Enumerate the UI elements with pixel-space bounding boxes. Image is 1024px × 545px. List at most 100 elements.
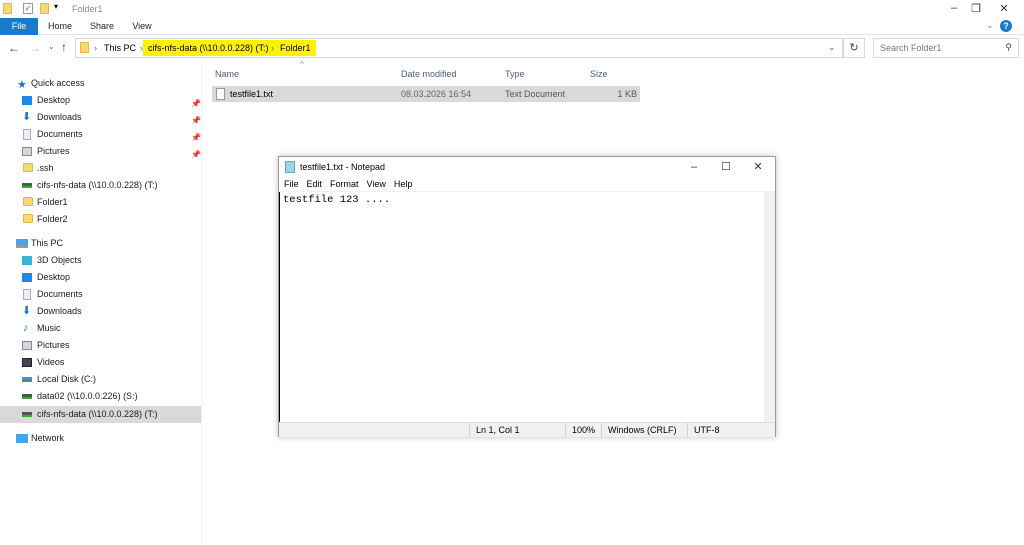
- star-icon: ★: [17, 79, 27, 91]
- download-icon: ⬇: [22, 111, 32, 123]
- search-icon: ⚲: [1005, 42, 1012, 52]
- folder-icon: [23, 214, 33, 223]
- tab-file[interactable]: File: [0, 18, 38, 35]
- nav-item-downloads[interactable]: ⬇ Downloads 📌: [0, 109, 201, 126]
- column-type[interactable]: Type: [505, 66, 525, 83]
- menu-edit[interactable]: Edit: [307, 179, 323, 189]
- notepad-title-bar[interactable]: testfile1.txt - Notepad – ☐ ✕: [279, 157, 775, 177]
- desktop-icon: [22, 273, 32, 282]
- tab-home[interactable]: Home: [44, 18, 76, 35]
- restore-button[interactable]: ❐: [962, 2, 990, 15]
- nav-item-downloads[interactable]: ⬇ Downloads: [0, 303, 201, 320]
- desktop-icon: [22, 96, 32, 105]
- window-title: Folder1: [72, 4, 103, 14]
- nav-item-folder1[interactable]: Folder1: [0, 194, 201, 211]
- refresh-button[interactable]: ↻: [843, 38, 865, 58]
- documents-icon: [23, 289, 31, 300]
- nav-item-music[interactable]: ♪ Music: [0, 320, 201, 337]
- up-button[interactable]: ↑: [61, 40, 67, 54]
- nav-item-desktop[interactable]: Desktop: [0, 269, 201, 286]
- column-date-modified[interactable]: Date modified: [401, 66, 457, 83]
- nav-item-local-disk[interactable]: Local Disk (C:): [0, 371, 201, 388]
- file-name: testfile1.txt: [230, 89, 274, 99]
- properties-icon[interactable]: ✓: [23, 3, 33, 14]
- download-icon: ⬇: [22, 305, 32, 317]
- tab-view[interactable]: View: [127, 18, 157, 35]
- nav-item-cifs-drive-selected[interactable]: cifs-nfs-data (\\10.0.0.228) (T:): [0, 406, 201, 423]
- expand-ribbon-icon[interactable]: ⌄: [986, 20, 994, 31]
- search-placeholder: Search Folder1: [880, 43, 942, 53]
- nav-item-pictures[interactable]: Pictures 📌: [0, 143, 201, 160]
- nav-item-documents[interactable]: Documents: [0, 286, 201, 303]
- tab-share[interactable]: Share: [86, 18, 118, 35]
- file-date: 08.03.2026 16:54: [401, 89, 472, 99]
- breadcrumb-drive[interactable]: cifs-nfs-data (\\10.0.0.228) (T:): [148, 43, 269, 53]
- pictures-icon: [22, 341, 32, 350]
- divider: [201, 62, 202, 545]
- nav-item-folder2[interactable]: Folder2: [0, 211, 201, 228]
- menu-help[interactable]: Help: [394, 179, 413, 189]
- notepad-title: testfile1.txt - Notepad: [300, 162, 386, 172]
- status-position: Ln 1, Col 1: [469, 423, 565, 437]
- nav-item-desktop[interactable]: Desktop 📌: [0, 92, 201, 109]
- notepad-text-area[interactable]: testfile 123 ....: [279, 192, 764, 422]
- column-size[interactable]: Size: [590, 66, 608, 83]
- sort-ascending-icon: ^: [300, 60, 304, 69]
- forward-button[interactable]: →: [29, 41, 41, 55]
- network-drive-icon: [22, 394, 32, 399]
- address-dropdown-icon[interactable]: ⌄: [828, 42, 836, 53]
- ribbon-tabs: File Home Share View ⌄ ?: [0, 18, 1024, 35]
- folder-icon: [23, 197, 33, 206]
- nav-item-pictures[interactable]: Pictures: [0, 337, 201, 354]
- music-icon: ♪: [23, 322, 29, 334]
- customize-dropdown-icon[interactable]: ▾: [54, 2, 58, 11]
- status-line-ending: Windows (CRLF): [601, 423, 687, 437]
- network-drive-icon: [22, 412, 32, 417]
- text-file-icon: [216, 88, 225, 100]
- folder-icon: [3, 3, 12, 14]
- notepad-maximize-button[interactable]: ☐: [712, 157, 740, 177]
- documents-icon: [23, 129, 31, 140]
- menu-file[interactable]: File: [284, 179, 299, 189]
- status-encoding: UTF-8: [687, 423, 775, 437]
- network-icon: [16, 434, 28, 443]
- quick-access-toolbar: ✓ ▾ Folder1 – ❐ ✕: [0, 0, 1024, 18]
- help-icon[interactable]: ?: [1000, 20, 1012, 32]
- recent-locations-icon[interactable]: ⌄: [48, 42, 55, 51]
- nav-item-3d-objects[interactable]: 3D Objects: [0, 252, 201, 269]
- navigation-pane: ★ Quick access Desktop 📌 ⬇ Downloads 📌 Docum…: [0, 75, 201, 545]
- back-button[interactable]: ←: [8, 41, 20, 55]
- pictures-icon: [22, 147, 32, 156]
- notepad-icon: [285, 161, 295, 173]
- local-disk-icon: [22, 377, 32, 382]
- new-folder-icon[interactable]: [40, 3, 49, 14]
- column-name[interactable]: Name: [215, 66, 239, 83]
- breadcrumb-folder1[interactable]: Folder1: [280, 43, 311, 53]
- nav-this-pc[interactable]: This PC: [0, 235, 201, 252]
- menu-view[interactable]: View: [367, 179, 386, 189]
- nav-item-documents[interactable]: Documents 📌: [0, 126, 201, 143]
- notepad-menu-bar: File Edit Format View Help: [279, 177, 775, 192]
- address-bar[interactable]: › This PC › cifs-nfs-data (\\10.0.0.228)…: [75, 38, 843, 58]
- notepad-close-button[interactable]: ✕: [744, 157, 772, 177]
- nav-item-data02[interactable]: data02 (\\10.0.0.226) (S:): [0, 388, 201, 405]
- 3d-objects-icon: [22, 256, 32, 265]
- nav-quick-access[interactable]: ★ Quick access: [0, 75, 201, 92]
- close-button[interactable]: ✕: [990, 2, 1018, 15]
- nav-network[interactable]: Network: [0, 430, 201, 447]
- search-input[interactable]: Search Folder1 ⚲: [873, 38, 1019, 58]
- menu-format[interactable]: Format: [330, 179, 359, 189]
- notepad-status-bar: Ln 1, Col 1 100% Windows (CRLF) UTF-8: [279, 422, 775, 437]
- computer-icon: [16, 239, 28, 248]
- network-drive-icon: [22, 183, 32, 188]
- notepad-minimize-button[interactable]: –: [680, 157, 708, 177]
- nav-item-cifs-drive[interactable]: cifs-nfs-data (\\10.0.0.228) (T:): [0, 177, 201, 194]
- file-row[interactable]: testfile1.txt 08.03.2026 16:54 Text Docu…: [212, 86, 640, 102]
- breadcrumb-this-pc[interactable]: This PC: [104, 43, 136, 53]
- notepad-window: testfile1.txt - Notepad – ☐ ✕ File Edit Fo…: [278, 156, 776, 437]
- nav-item-videos[interactable]: Videos: [0, 354, 201, 371]
- file-type: Text Document: [505, 89, 566, 99]
- nav-item-ssh[interactable]: .ssh: [0, 160, 201, 177]
- videos-icon: [22, 358, 32, 367]
- vertical-scrollbar[interactable]: [764, 192, 775, 422]
